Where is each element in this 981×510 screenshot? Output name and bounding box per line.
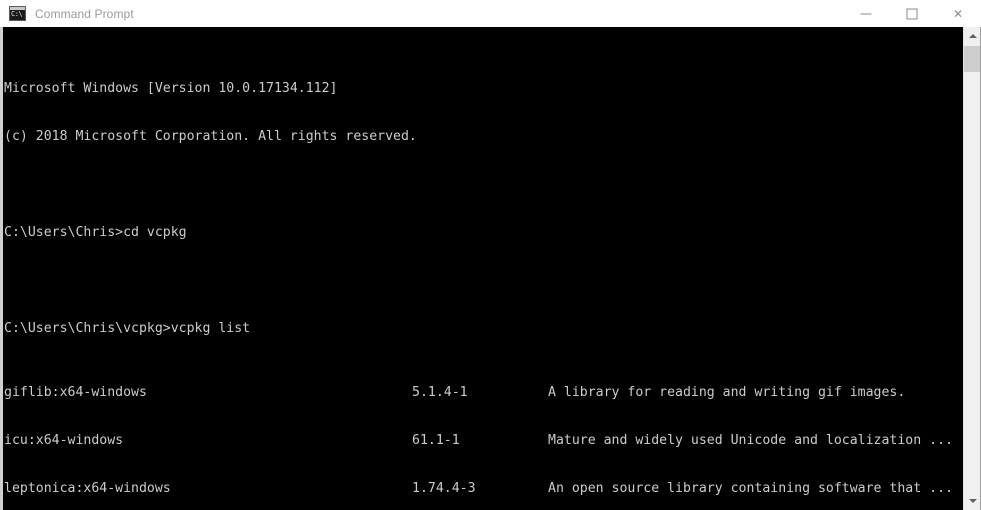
console-command-line: C:\Users\Chris>cd vcpkg [4, 225, 187, 240]
maximize-button[interactable] [889, 0, 935, 27]
minimize-icon [860, 13, 872, 14]
title-bar[interactable]: C:\ Command Prompt ✕ [0, 0, 981, 27]
scroll-up-button[interactable] [964, 27, 981, 45]
package-row: giflib:x64-windows 5.1.4-1 A library for… [3, 385, 963, 401]
console-scrollbar[interactable] [963, 27, 981, 510]
package-version: 61.1-1 [412, 433, 460, 448]
package-version: 1.74.4-3 [412, 481, 476, 496]
scrollbar-thumb[interactable] [964, 46, 981, 72]
maximize-icon [906, 8, 918, 19]
package-name: leptonica:x64-windows [4, 481, 171, 496]
console-line: Microsoft Windows [Version 10.0.17134.11… [4, 81, 338, 96]
console-icon: C:\ [9, 6, 26, 21]
package-row: leptonica:x64-windows 1.74.4-3 An open s… [3, 481, 963, 497]
console-line: (c) 2018 Microsoft Corporation. All righ… [4, 129, 417, 144]
console-command-line: C:\Users\Chris\vcpkg>vcpkg list [4, 321, 251, 336]
console-icon-text: C:\ [11, 10, 23, 18]
package-description: An open source library containing softwa… [548, 481, 953, 496]
package-version: 5.1.4-1 [412, 385, 468, 400]
package-name: giflib:x64-windows [4, 385, 147, 400]
title-bar-left: C:\ Command Prompt [0, 6, 843, 21]
chevron-down-icon [968, 499, 977, 503]
minimize-button[interactable] [843, 0, 889, 27]
window-title: Command Prompt [35, 6, 134, 21]
chevron-up-icon [968, 34, 977, 38]
package-description: A library for reading and writing gif im… [548, 385, 906, 400]
package-name: icu:x64-windows [4, 433, 124, 448]
console-output-area[interactable]: Microsoft Windows [Version 10.0.17134.11… [0, 27, 963, 510]
close-button[interactable]: ✕ [935, 0, 981, 27]
command-prompt-window: C:\ Command Prompt ✕ Microsoft Windows [… [0, 0, 981, 510]
package-row: icu:x64-windows 61.1-1 Mature and widely… [3, 433, 963, 449]
console-text-buffer: Microsoft Windows [Version 10.0.17134.11… [3, 33, 963, 510]
package-description: Mature and widely used Unicode and local… [548, 433, 953, 448]
close-icon: ✕ [952, 6, 964, 21]
scroll-down-button[interactable] [964, 492, 981, 510]
